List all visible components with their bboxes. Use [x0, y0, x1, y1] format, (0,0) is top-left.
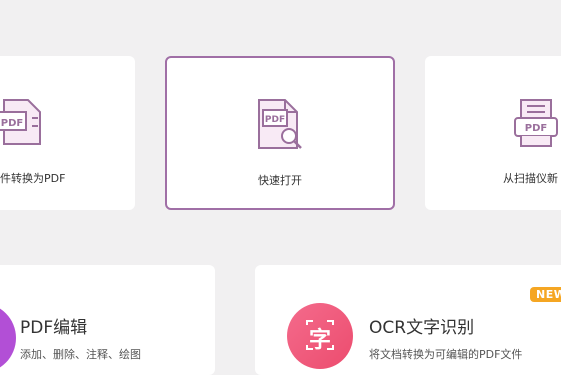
feature-ocr[interactable]: NEW 字 OCR文字识别 将文档转换为可编辑的PDF文件	[255, 265, 561, 375]
tile-quick-open[interactable]: PDF 快速打开	[165, 56, 395, 210]
feature-title: PDF编辑	[20, 318, 88, 338]
svg-text:PDF: PDF	[265, 115, 285, 125]
tile-label: 从扫描仪新	[503, 172, 558, 185]
feature-desc: 添加、删除、注释、绘图	[20, 348, 141, 361]
ocr-character-icon: 字	[287, 303, 353, 369]
scanner-pdf-icon: PDF	[513, 96, 561, 156]
new-badge: NEW	[530, 287, 561, 302]
tile-from-scanner[interactable]: PDF 从扫描仪新	[425, 56, 561, 210]
pdf-search-icon: PDF	[253, 98, 309, 158]
feature-pdf-edit[interactable]: PDF编辑 添加、删除、注释、绘图	[0, 265, 215, 375]
tile-convert-to-pdf[interactable]: PDF 件转换为PDF	[0, 56, 135, 210]
feature-title: OCR文字识别	[369, 318, 475, 338]
tile-label: 件转换为PDF	[0, 172, 66, 185]
pdf-edit-icon	[0, 303, 16, 373]
feature-desc: 将文档转换为可编辑的PDF文件	[369, 348, 523, 361]
svg-text:PDF: PDF	[525, 123, 547, 134]
pdf-convert-icon: PDF	[0, 96, 48, 154]
tile-label: 快速打开	[258, 174, 302, 187]
ocr-icon-glyph: 字	[308, 328, 331, 353]
svg-text:PDF: PDF	[1, 118, 23, 129]
